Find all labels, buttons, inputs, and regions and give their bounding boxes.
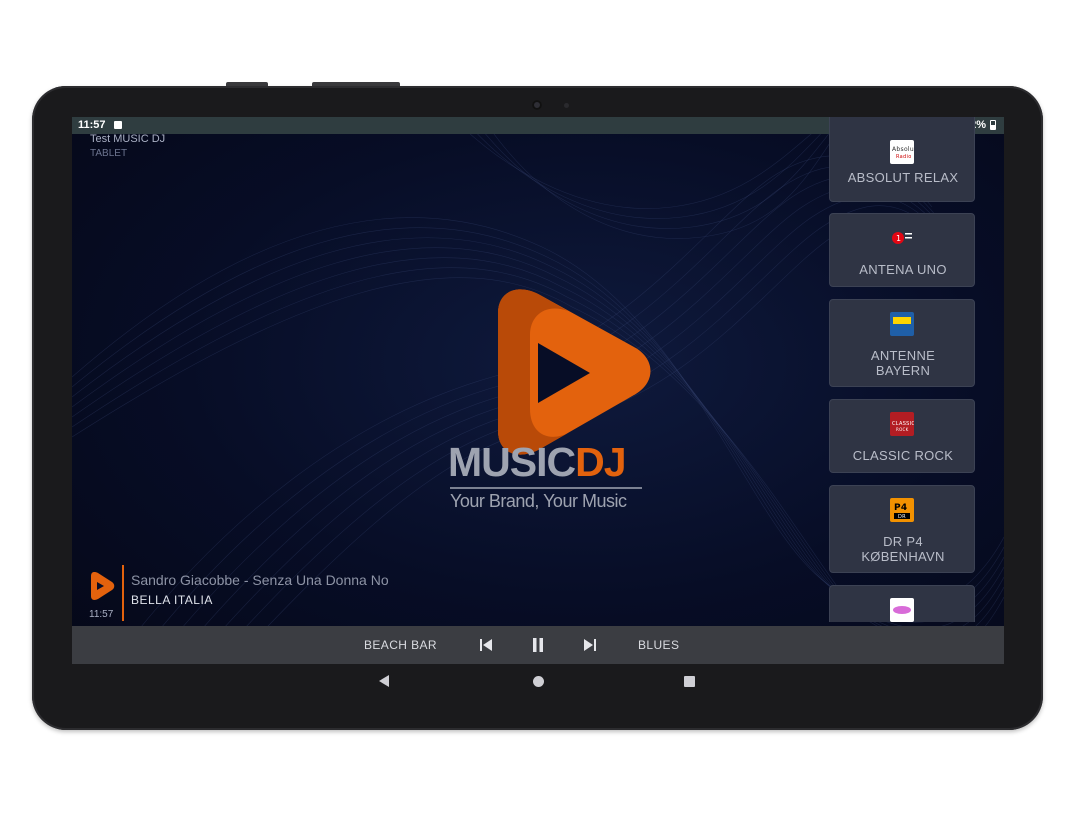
image-icon: [114, 121, 122, 129]
brand-slogan: Your Brand, Your Music: [450, 491, 627, 511]
svg-text:ROCK: ROCK: [896, 427, 909, 432]
svg-text:1: 1: [896, 234, 901, 243]
station-name: ANTENA UNO: [859, 262, 947, 277]
app-screen: 11:57 ◉ ⇅ ▼ 42% Test MUSIC DJ TABLET MUS…: [72, 117, 1004, 664]
player-control-bar: BEACH BAR BLUES: [72, 626, 1004, 664]
svg-text:DR: DR: [898, 514, 906, 520]
svg-text:Radio: Radio: [896, 154, 912, 160]
skip-previous-icon[interactable]: [476, 635, 496, 655]
station-name: CLASSIC ROCK: [852, 448, 954, 463]
station-logo-icon: [890, 598, 914, 622]
antenne-bayern-logo-icon: [890, 312, 914, 336]
absolut-radio-logo-icon: AbsolutRadio: [890, 140, 917, 164]
station-card-dr-p4[interactable]: P4 DR DR P4 KØBENHAVN: [829, 485, 975, 573]
device-type: TABLET: [90, 148, 128, 159]
station-card-absolut-relax[interactable]: AbsolutRadio ABSOLUT RELAX: [829, 117, 975, 202]
recent-apps-icon[interactable]: [684, 676, 695, 687]
brand-divider: [450, 487, 642, 489]
battery-icon: [990, 120, 996, 130]
station-name: DR P4 KØBENHAVN: [861, 534, 945, 564]
back-icon[interactable]: [379, 675, 389, 687]
status-time: 11:57: [78, 119, 106, 131]
station-card-partial[interactable]: [829, 585, 975, 622]
music-dj-small-logo-icon: [91, 572, 115, 600]
home-icon[interactable]: [533, 676, 544, 687]
station-name: ANTENNE BAYERN: [870, 348, 936, 378]
android-nav-bar: [72, 664, 1004, 700]
sensor-icon: [564, 103, 569, 108]
camera-icon: [532, 100, 542, 110]
now-playing-channel: BELLA ITALIA: [131, 593, 213, 607]
next-channel-button[interactable]: BLUES: [638, 638, 679, 652]
now-playing: 11:57 Sandro Giacobbe - Senza Una Donna …: [72, 563, 832, 623]
antena-uno-logo-icon: 1: [890, 226, 914, 250]
svg-text:Absolut: Absolut: [892, 146, 914, 153]
brand-word-music: MUSIC: [448, 439, 576, 485]
now-playing-time: 11:57: [89, 609, 114, 620]
station-card-antena-uno[interactable]: 1 ANTENA UNO: [829, 213, 975, 287]
dr-p4-logo-icon: P4 DR: [890, 498, 914, 522]
skip-next-icon[interactable]: [580, 635, 600, 655]
previous-channel-button[interactable]: BEACH BAR: [364, 638, 437, 652]
brand-word-dj: DJ: [575, 439, 626, 485]
now-playing-divider: [122, 565, 124, 621]
svg-text:P4: P4: [894, 503, 907, 513]
station-name: ABSOLUT RELAX: [847, 170, 959, 185]
device-name: Test MUSIC DJ: [90, 133, 166, 145]
classic-rock-logo-icon: CLASSIC ROCK: [890, 412, 915, 436]
pause-icon[interactable]: [528, 635, 548, 655]
brand-wordmark: MUSICDJ: [448, 439, 648, 486]
now-playing-track: Sandro Giacobbe - Senza Una Donna No: [131, 572, 389, 588]
station-card-classic-rock[interactable]: CLASSIC ROCK CLASSIC ROCK: [829, 399, 975, 473]
station-list[interactable]: AbsolutRadio ABSOLUT RELAX 1 ANTENA UNO …: [829, 117, 975, 622]
station-card-antenne-bayern[interactable]: ANTENNE BAYERN: [829, 299, 975, 387]
device-info: Test MUSIC DJ TABLET: [90, 133, 165, 159]
